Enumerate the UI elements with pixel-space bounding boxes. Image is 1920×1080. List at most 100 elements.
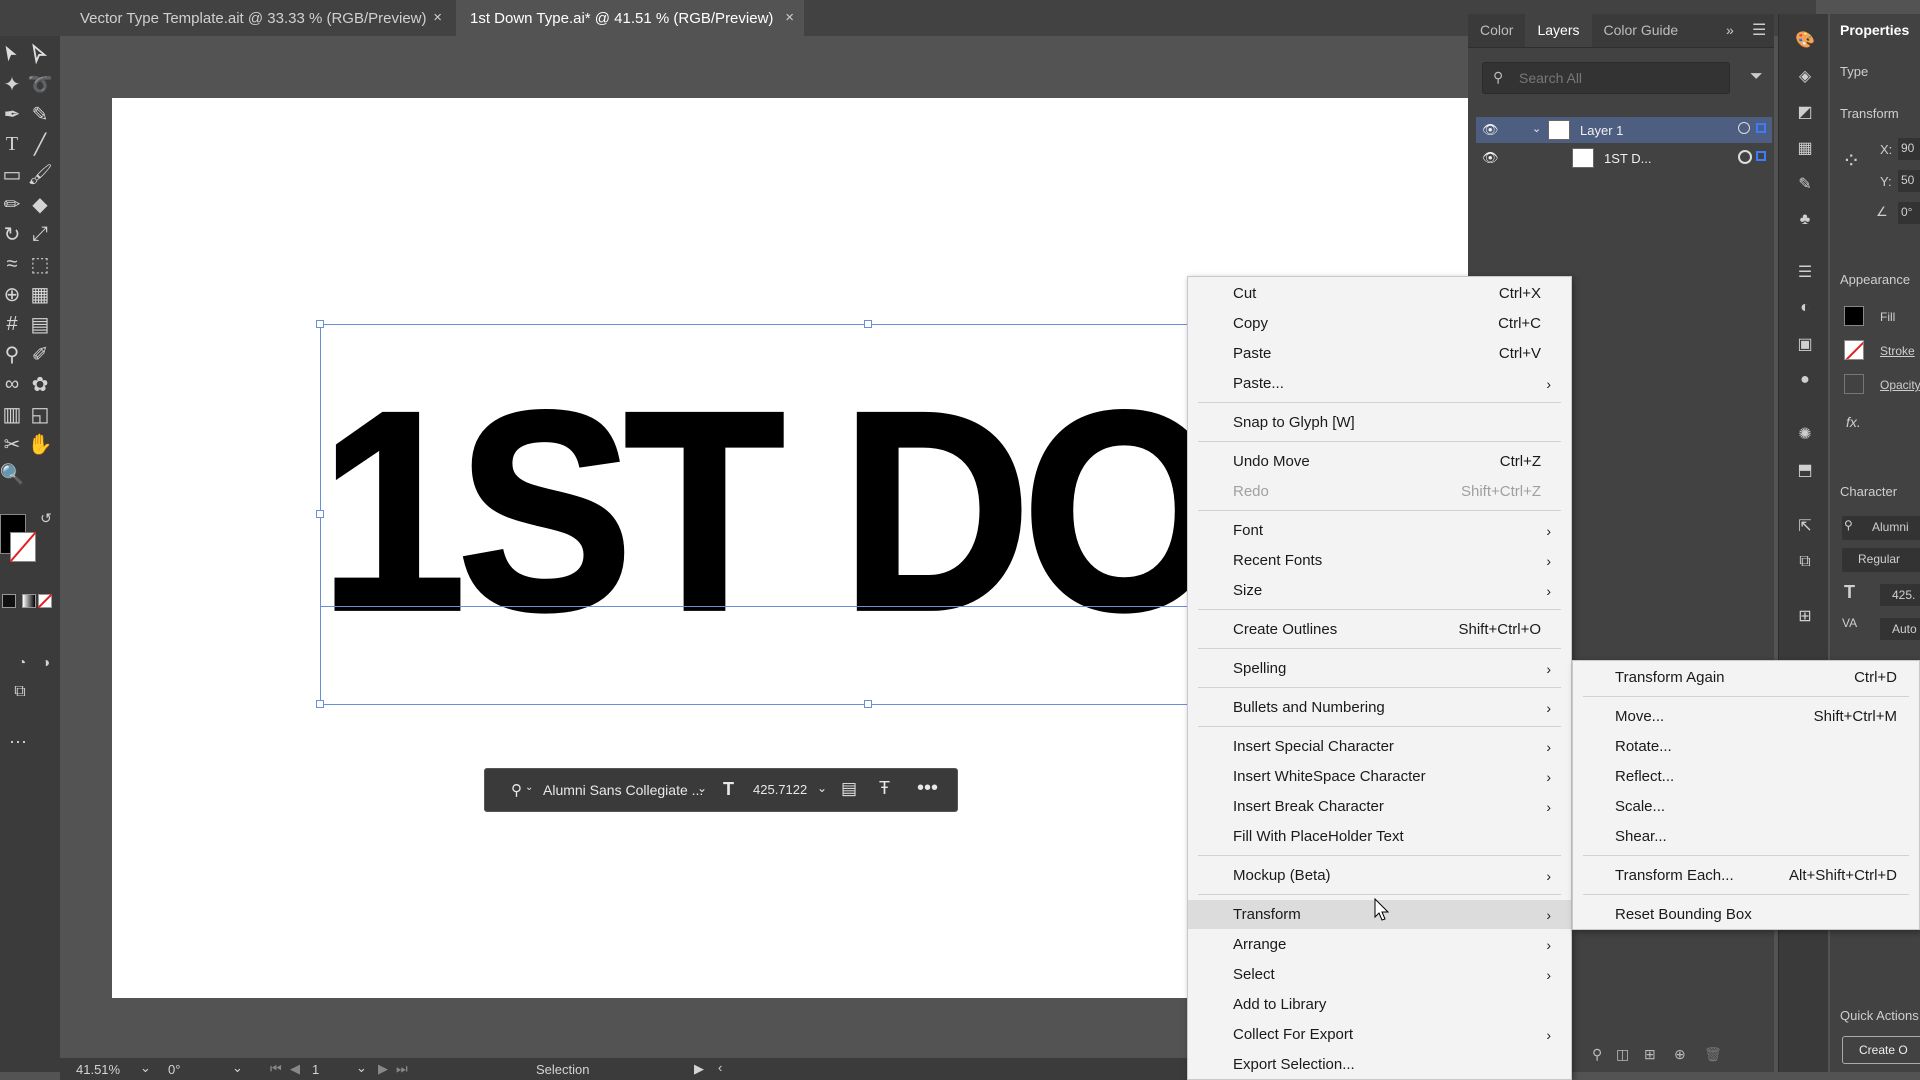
filter-icon[interactable]: ⏷ [1750, 68, 1763, 86]
resize-handle[interactable] [316, 320, 324, 328]
stroke-swatch[interactable] [10, 532, 36, 562]
layer-name[interactable]: Layer 1 [1580, 123, 1623, 138]
stroke-swatch[interactable] [1844, 340, 1864, 360]
blend-tool-icon[interactable]: ∞ [0, 372, 24, 396]
menu-item-reset-bounding-box[interactable]: Reset Bounding Box [1573, 900, 1919, 929]
eyedropper-alt-icon[interactable]: ✐ [28, 342, 52, 366]
fill-swatch[interactable] [1844, 306, 1864, 326]
align-icon[interactable]: ⊞ [1793, 604, 1817, 628]
menu-item-add-to-library[interactable]: Add to Library [1188, 990, 1571, 1019]
chevron-down-icon[interactable]: ⌄ [232, 1060, 243, 1076]
font-family-field[interactable]: Alumni Sans Collegiate ... [543, 782, 703, 798]
menu-item-mockup-beta[interactable]: Mockup (Beta) › [1188, 861, 1571, 890]
tab-layers[interactable]: Layers [1525, 13, 1592, 47]
font-size-field[interactable]: 425. [1880, 584, 1920, 606]
locate-object-icon[interactable]: ⚲ [1592, 1046, 1602, 1063]
chevron-down-icon[interactable]: ⌄ [140, 1060, 151, 1076]
symbol-sprayer-icon[interactable]: ✿ [28, 372, 52, 396]
magic-wand-icon[interactable]: ✦ [0, 72, 24, 96]
effects-label[interactable]: fx. [1846, 414, 1861, 430]
layer-name[interactable]: 1ST D... [1604, 151, 1651, 166]
eraser-tool-icon[interactable]: ◆ [28, 192, 52, 216]
font-size-field[interactable]: 425.7122 [753, 782, 807, 797]
rectangle-tool-icon[interactable]: ▭ [0, 162, 24, 186]
zoom-tool-icon[interactable]: 🔍 [0, 462, 24, 486]
new-layer-icon[interactable]: ⊕ [1674, 1046, 1686, 1063]
swatches-icon[interactable]: ▦ [1793, 136, 1817, 160]
artboard-number-field[interactable]: 1 [312, 1062, 319, 1077]
menu-item-cut[interactable]: Cut Ctrl+X [1188, 279, 1571, 308]
previous-artboard-icon[interactable]: ◀ [290, 1061, 300, 1077]
menu-item-snap-to-glyph[interactable]: Snap to Glyph [W] [1188, 408, 1571, 437]
slice-tool-icon[interactable]: ✂ [0, 432, 24, 456]
reference-point-icon[interactable]: ⁘ [1842, 148, 1860, 174]
menu-item-select[interactable]: Select › [1188, 960, 1571, 989]
resize-handle[interactable] [316, 700, 324, 708]
menu-item-collect-for-export[interactable]: Collect For Export › [1188, 1020, 1571, 1049]
menu-item-shear[interactable]: Shear... [1573, 822, 1919, 851]
free-transform-tool-icon[interactable]: ⬚ [28, 252, 52, 276]
target-icon[interactable] [1738, 122, 1750, 134]
pencil-tool-icon[interactable]: ✏ [0, 192, 24, 216]
menu-item-insert-whitespace-character[interactable]: Insert WhiteSpace Character › [1188, 762, 1571, 791]
resize-handle[interactable] [864, 700, 872, 708]
chevron-down-icon[interactable]: ⌄ [525, 782, 533, 793]
menu-item-paste[interactable]: Paste Ctrl+V [1188, 339, 1571, 368]
drawing-mode-icon[interactable]: ◔ [10, 650, 34, 674]
last-artboard-icon[interactable]: ⏭ [396, 1061, 408, 1077]
pen-tool-icon[interactable]: ✒ [0, 102, 24, 126]
next-artboard-icon[interactable]: ▶ [378, 1061, 388, 1077]
panel-expand-icon[interactable]: » [1726, 22, 1734, 38]
lasso-tool-icon[interactable]: ➰ [28, 72, 53, 96]
close-icon[interactable]: × [785, 9, 794, 26]
menu-item-transform-each[interactable]: Transform Each... Alt+Shift+Ctrl+D [1573, 861, 1919, 890]
chevron-down-icon[interactable]: ⌄ [817, 781, 827, 795]
eyedropper-tool-icon[interactable]: ⚲ [0, 342, 24, 366]
resize-handle[interactable] [316, 510, 324, 518]
asset-export-icon[interactable]: ⬒ [1793, 458, 1817, 482]
panel-menu-icon[interactable]: ☰ [1752, 20, 1766, 40]
menu-item-undo-move[interactable]: Undo Move Ctrl+Z [1188, 447, 1571, 476]
swap-fill-stroke-icon[interactable]: ↺ [34, 506, 58, 530]
none-mode-icon[interactable] [38, 594, 52, 608]
opacity-label[interactable]: Opacity [1880, 378, 1920, 392]
close-icon[interactable]: × [433, 9, 442, 26]
zoom-field[interactable]: 41.51% [76, 1062, 120, 1077]
scroll-left-icon[interactable]: ‹ [718, 1060, 722, 1075]
menu-item-recent-fonts[interactable]: Recent Fonts › [1188, 546, 1571, 575]
menu-item-export-selection[interactable]: Export Selection... [1188, 1050, 1571, 1079]
rotation-field[interactable]: 0° [168, 1062, 180, 1077]
artboard-tool-icon[interactable]: ◱ [28, 402, 52, 426]
line-tool-icon[interactable]: ╱ [28, 132, 52, 156]
tab-color[interactable]: Color [1468, 13, 1525, 47]
tab-1st-down-type[interactable]: 1st Down Type.ai* @ 41.51 % (RGB/Preview… [456, 0, 804, 36]
menu-item-rotate[interactable]: Rotate... [1573, 732, 1919, 761]
selection-tool-icon[interactable] [0, 42, 24, 66]
menu-item-scale[interactable]: Scale... [1573, 792, 1919, 821]
transparency-icon[interactable]: ▣ [1793, 332, 1817, 356]
stroke-icon[interactable]: ☰ [1793, 260, 1817, 284]
first-artboard-icon[interactable]: ⏮ [270, 1061, 282, 1077]
layer-row-1st-down[interactable]: 👁 1ST D... [1476, 145, 1772, 171]
new-sublayer-icon[interactable]: ⊞ [1644, 1046, 1656, 1063]
menu-item-spelling[interactable]: Spelling › [1188, 654, 1571, 683]
chevron-down-icon[interactable]: ⌄ [697, 781, 707, 795]
drawing-mode-behind-icon[interactable]: ◑ [34, 650, 58, 674]
column-graph-tool-icon[interactable]: ▥ [0, 402, 24, 426]
menu-item-arrange[interactable]: Arrange › [1188, 930, 1571, 959]
paintbrush-tool-icon[interactable]: 🖌 [27, 162, 52, 186]
menu-item-fill-with-placeholder-text[interactable]: Fill With PlaceHolder Text [1188, 822, 1571, 851]
menu-item-copy[interactable]: Copy Ctrl+C [1188, 309, 1571, 338]
symbols-icon[interactable]: ♣ [1793, 208, 1817, 232]
layers-search-input[interactable]: ⚲ Search All [1482, 62, 1730, 94]
selection-indicator[interactable] [1756, 123, 1766, 133]
menu-item-paste-submenu[interactable]: Paste... › [1188, 369, 1571, 398]
scale-tool-icon[interactable]: ⤢ [28, 222, 52, 246]
menu-item-transform-again[interactable]: Transform Again Ctrl+D [1573, 663, 1919, 692]
search-icon[interactable]: ⚲ [511, 781, 522, 799]
selection-indicator[interactable] [1756, 151, 1766, 161]
stroke-label[interactable]: Stroke [1880, 344, 1915, 358]
properties-icon[interactable]: 🎨 [1793, 28, 1817, 52]
x-field[interactable]: 90 [1898, 138, 1920, 160]
gradient-tool-icon[interactable]: ▤ [28, 312, 52, 336]
